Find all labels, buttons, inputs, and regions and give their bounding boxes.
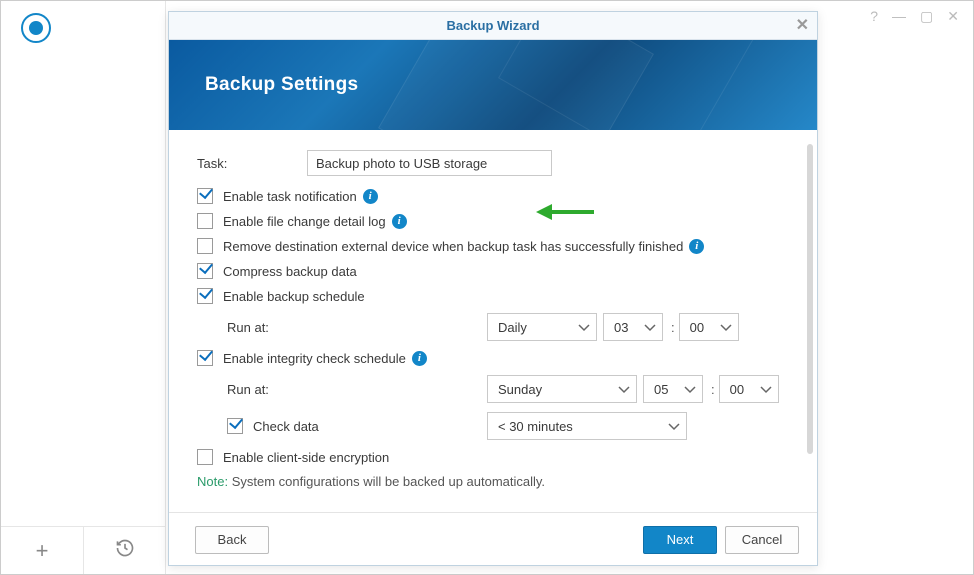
note-row: Note: System configurations will be back…: [197, 474, 789, 489]
task-label: Task:: [197, 156, 307, 171]
checkbox-notification[interactable]: [197, 188, 213, 204]
info-icon[interactable]: i: [689, 239, 704, 254]
dialog-close-button[interactable]: ✕: [796, 12, 809, 40]
label-runat: Run at:: [227, 320, 487, 335]
plus-icon: +: [36, 538, 49, 564]
chevron-down-icon: [618, 382, 630, 397]
label-filelog: Enable file change detail log: [223, 214, 386, 229]
select-integrity-minute[interactable]: 00: [719, 375, 779, 403]
back-button[interactable]: Back: [195, 526, 269, 554]
help-icon[interactable]: ?: [870, 8, 878, 24]
time-colon: :: [671, 320, 675, 335]
add-button[interactable]: +: [1, 527, 84, 574]
checkbox-encryption[interactable]: [197, 449, 213, 465]
dialog-titlebar: Backup Wizard ✕: [169, 12, 817, 40]
chevron-down-icon: [720, 320, 732, 335]
backup-wizard-dialog: Backup Wizard ✕ Backup Settings Task: En…: [168, 11, 818, 566]
app-logo-icon[interactable]: [21, 13, 51, 43]
label-notification: Enable task notification: [223, 189, 357, 204]
dialog-banner: Backup Settings: [169, 40, 817, 130]
chevron-down-icon: [668, 419, 680, 434]
next-button[interactable]: Next: [643, 526, 717, 554]
select-frequency-value: Daily: [498, 320, 527, 335]
label-schedule: Enable backup schedule: [223, 289, 365, 304]
note-label: Note:: [197, 474, 228, 489]
outer-window-controls: ? — ▢ ✕: [856, 1, 973, 31]
label-checkdata: Check data: [253, 419, 487, 434]
checkbox-filelog[interactable]: [197, 213, 213, 229]
label-encryption: Enable client-side encryption: [223, 450, 389, 465]
history-icon: [115, 538, 135, 564]
select-integrity-hour[interactable]: 05: [643, 375, 703, 403]
checkbox-integrity[interactable]: [197, 350, 213, 366]
checkbox-compress[interactable]: [197, 263, 213, 279]
select-minute-value: 00: [690, 320, 704, 335]
select-integrity-hour-value: 05: [654, 382, 668, 397]
select-hour-value: 03: [614, 320, 628, 335]
time-colon: :: [711, 382, 715, 397]
label-integrity: Enable integrity check schedule: [223, 351, 406, 366]
chevron-down-icon: [760, 382, 772, 397]
maximize-icon[interactable]: ▢: [920, 8, 933, 25]
checkbox-remove-device[interactable]: [197, 238, 213, 254]
select-integrity-day-value: Sunday: [498, 382, 542, 397]
banner-heading: Backup Settings: [205, 74, 358, 96]
dialog-title: Backup Wizard: [446, 18, 539, 33]
select-minute[interactable]: 00: [679, 313, 739, 341]
close-icon[interactable]: ✕: [947, 8, 959, 25]
left-sidebar: +: [1, 1, 166, 574]
select-hour[interactable]: 03: [603, 313, 663, 341]
chevron-down-icon: [644, 320, 656, 335]
info-icon[interactable]: i: [392, 214, 407, 229]
label-compress: Compress backup data: [223, 264, 357, 279]
app-window: ? — ▢ ✕ + Backup Wizard ✕ Backup Setting…: [0, 0, 974, 575]
task-input[interactable]: [307, 150, 552, 176]
info-icon[interactable]: i: [412, 351, 427, 366]
dialog-content: Task: Enable task notification i Enable …: [169, 130, 817, 512]
chevron-down-icon: [684, 382, 696, 397]
scrollbar[interactable]: [807, 144, 813, 454]
label-remove-device: Remove destination external device when …: [223, 239, 683, 254]
select-check-duration[interactable]: < 30 minutes: [487, 412, 687, 440]
select-integrity-day[interactable]: Sunday: [487, 375, 637, 403]
select-check-duration-value: < 30 minutes: [498, 419, 573, 434]
label-integrity-runat: Run at:: [227, 382, 487, 397]
select-frequency[interactable]: Daily: [487, 313, 597, 341]
select-integrity-minute-value: 00: [730, 382, 744, 397]
cancel-button[interactable]: Cancel: [725, 526, 799, 554]
dialog-footer: Back Next Cancel: [169, 512, 817, 566]
sidebar-bottom-toolbar: +: [1, 526, 166, 574]
note-text: System configurations will be backed up …: [228, 474, 545, 489]
minimize-icon[interactable]: —: [892, 8, 906, 24]
checkbox-schedule[interactable]: [197, 288, 213, 304]
history-button[interactable]: [84, 527, 166, 574]
checkbox-checkdata[interactable]: [227, 418, 243, 434]
chevron-down-icon: [578, 320, 590, 335]
info-icon[interactable]: i: [363, 189, 378, 204]
